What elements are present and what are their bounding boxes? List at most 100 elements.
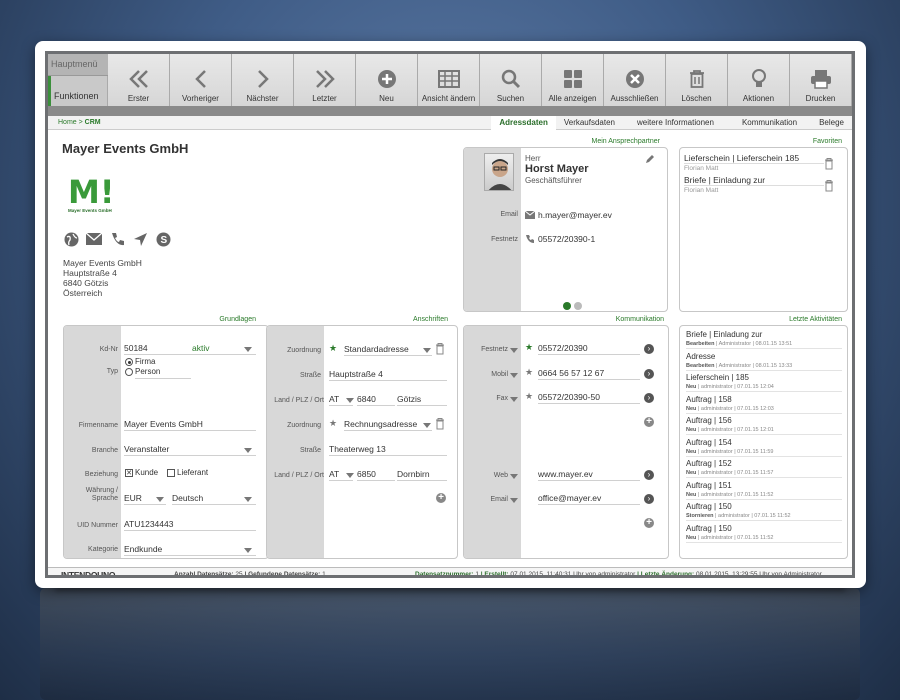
arrow-right-icon[interactable]: › [644, 369, 654, 379]
chevron-down-icon[interactable] [510, 474, 518, 479]
kunde-checkbox[interactable]: ✕ [125, 469, 133, 477]
first-button[interactable]: Erster [108, 54, 170, 106]
email-field[interactable]: office@mayer.ev [538, 493, 640, 505]
activity-title[interactable]: Auftrag | 156 [686, 416, 732, 425]
search-button[interactable]: Suchen [480, 54, 542, 106]
skype-icon[interactable]: S [155, 232, 171, 248]
trash-icon[interactable] [435, 418, 445, 432]
add-online-icon[interactable]: + [644, 518, 654, 528]
address2-zip-field[interactable]: 6850 [357, 469, 395, 481]
actions-button[interactable]: Aktionen [728, 54, 790, 106]
star-icon[interactable]: ★ [329, 343, 337, 354]
breadcrumb-crm[interactable]: CRM [85, 119, 101, 126]
uid-field[interactable]: ATU1234443 [124, 519, 256, 531]
globe-icon[interactable] [63, 232, 79, 248]
branche-select[interactable]: Veranstalter [124, 444, 256, 456]
lieferant-checkbox[interactable] [167, 469, 175, 477]
activity-title[interactable]: Auftrag | 150 [686, 502, 732, 511]
next-button[interactable]: Nächster [232, 54, 294, 106]
mobil-field[interactable]: 0664 56 57 12 67 [538, 368, 640, 380]
firmenname-label: Firmenname [78, 422, 118, 429]
web-label: Web [493, 472, 508, 479]
fax-field[interactable]: 05572/20390-50 [538, 392, 640, 404]
chevron-down-icon[interactable] [423, 423, 431, 428]
tab-verkaufsdaten[interactable]: Verkaufsdaten [556, 116, 623, 130]
chevron-down-icon[interactable] [510, 498, 518, 503]
favorite-item-title[interactable]: Briefe | Einladung zur [684, 175, 824, 186]
change-view-button[interactable]: Ansicht ändern [418, 54, 480, 106]
navigation-icon[interactable] [132, 232, 148, 248]
page-dot[interactable] [574, 302, 582, 310]
chevron-down-icon[interactable] [510, 397, 518, 402]
favorite-item-title[interactable]: Lieferschein | Lieferschein 185 [684, 153, 824, 164]
chevron-down-icon[interactable] [244, 448, 252, 453]
activity-title[interactable]: Auftrag | 150 [686, 524, 732, 533]
arrow-right-icon[interactable]: › [644, 494, 654, 504]
chevron-down-icon[interactable] [423, 348, 431, 353]
chevron-down-icon[interactable] [156, 497, 164, 502]
chevron-down-icon[interactable] [244, 548, 252, 553]
contact-role: Geschäftsführer [525, 176, 582, 185]
star-icon[interactable]: ★ [525, 367, 533, 378]
person-radio[interactable] [125, 368, 133, 376]
tab-adressdaten[interactable]: Adressdaten [491, 116, 556, 130]
kategorie-select[interactable]: Endkunde [124, 544, 256, 556]
show-all-button[interactable]: Alle anzeigen [542, 54, 604, 106]
tab-kommunikation[interactable]: Kommunikation [728, 116, 811, 130]
activity-title[interactable]: Adresse [686, 352, 715, 361]
tab-weitere-informationen[interactable]: weitere Informationen [623, 116, 728, 130]
arrow-right-icon[interactable]: › [644, 393, 654, 403]
add-phone-icon[interactable]: + [644, 417, 654, 427]
add-address-icon[interactable]: + [436, 493, 446, 503]
activity-title[interactable]: Lieferschein | 185 [686, 373, 749, 382]
address1-type-select[interactable]: Standardadresse [344, 344, 432, 356]
star-icon[interactable]: ★ [525, 342, 533, 353]
address2-type-select[interactable]: Rechnungsadresse [344, 419, 432, 431]
activity-title[interactable]: Auftrag | 151 [686, 481, 732, 490]
phone-icon[interactable] [109, 232, 125, 248]
arrow-right-icon[interactable]: › [644, 470, 654, 480]
contact-email[interactable]: h.mayer@mayer.ev [538, 210, 612, 220]
previous-button[interactable]: Vorheriger [170, 54, 232, 106]
chevron-down-icon[interactable] [244, 497, 252, 502]
activity-title[interactable]: Briefe | Einladung zur [686, 330, 762, 339]
address2-city-field[interactable]: Dornbirn [397, 469, 447, 481]
new-button[interactable]: Neu [356, 54, 418, 106]
mail-icon[interactable] [85, 232, 103, 248]
chevron-down-icon[interactable] [346, 398, 354, 403]
chevron-down-icon[interactable] [510, 373, 518, 378]
functions-tab[interactable]: Funktionen [48, 76, 108, 106]
chevron-down-icon[interactable] [346, 473, 354, 478]
address1-zip-field[interactable]: 6840 [357, 394, 395, 406]
contact-phone[interactable]: 05572/20390-1 [538, 234, 595, 244]
print-button[interactable]: Drucken [790, 54, 852, 106]
firma-radio[interactable] [125, 358, 133, 366]
address1-street-field[interactable]: Hauptstraße 4 [329, 369, 447, 381]
address1-city-field[interactable]: Götzis [397, 394, 447, 406]
kdnr-field[interactable]: 50184 [124, 343, 194, 355]
activity-title[interactable]: Auftrag | 154 [686, 438, 732, 447]
exclude-button[interactable]: Ausschließen [604, 54, 666, 106]
breadcrumb-home[interactable]: Home [58, 119, 77, 126]
tab-belege[interactable]: Belege [811, 116, 852, 130]
trash-icon[interactable] [824, 158, 834, 172]
chevron-down-icon[interactable] [244, 347, 252, 352]
star-icon[interactable]: ★ [329, 418, 337, 429]
chevron-down-icon[interactable] [510, 348, 518, 353]
address2-street-field[interactable]: Theaterweg 13 [329, 444, 447, 456]
arrow-right-icon[interactable]: › [644, 344, 654, 354]
edit-pencil-icon[interactable] [645, 154, 655, 166]
activity-title[interactable]: Auftrag | 152 [686, 459, 732, 468]
festnetz-field[interactable]: 05572/20390 [538, 343, 640, 355]
main-menu-tab[interactable]: Hauptmenü [48, 54, 108, 76]
star-icon[interactable]: ★ [525, 391, 533, 402]
reflection [40, 588, 860, 700]
activity-title[interactable]: Auftrag | 158 [686, 395, 732, 404]
web-field[interactable]: www.mayer.ev [538, 469, 640, 481]
trash-icon[interactable] [824, 180, 834, 194]
trash-icon[interactable] [435, 343, 445, 357]
page-dot-active[interactable] [563, 302, 571, 310]
firmenname-field[interactable]: Mayer Events GmbH [124, 419, 256, 431]
delete-button[interactable]: Löschen [666, 54, 728, 106]
last-button[interactable]: Letzter [294, 54, 356, 106]
